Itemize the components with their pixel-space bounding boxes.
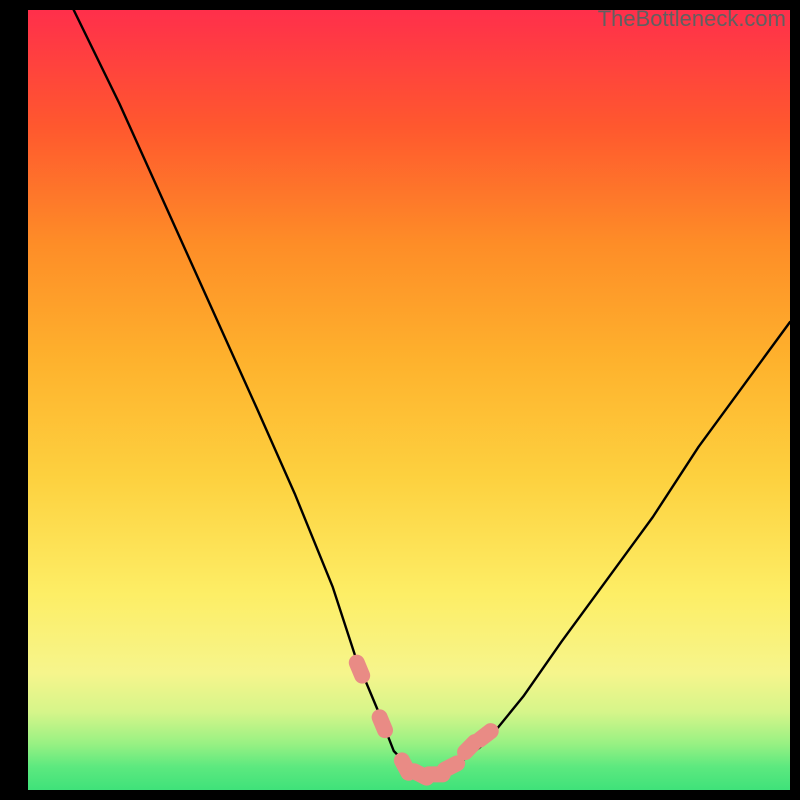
plot-background: [28, 10, 790, 790]
bottleneck-chart: TheBottleneck.com: [0, 0, 800, 800]
chart-svg: [0, 0, 800, 800]
attribution-text: TheBottleneck.com: [598, 6, 786, 32]
